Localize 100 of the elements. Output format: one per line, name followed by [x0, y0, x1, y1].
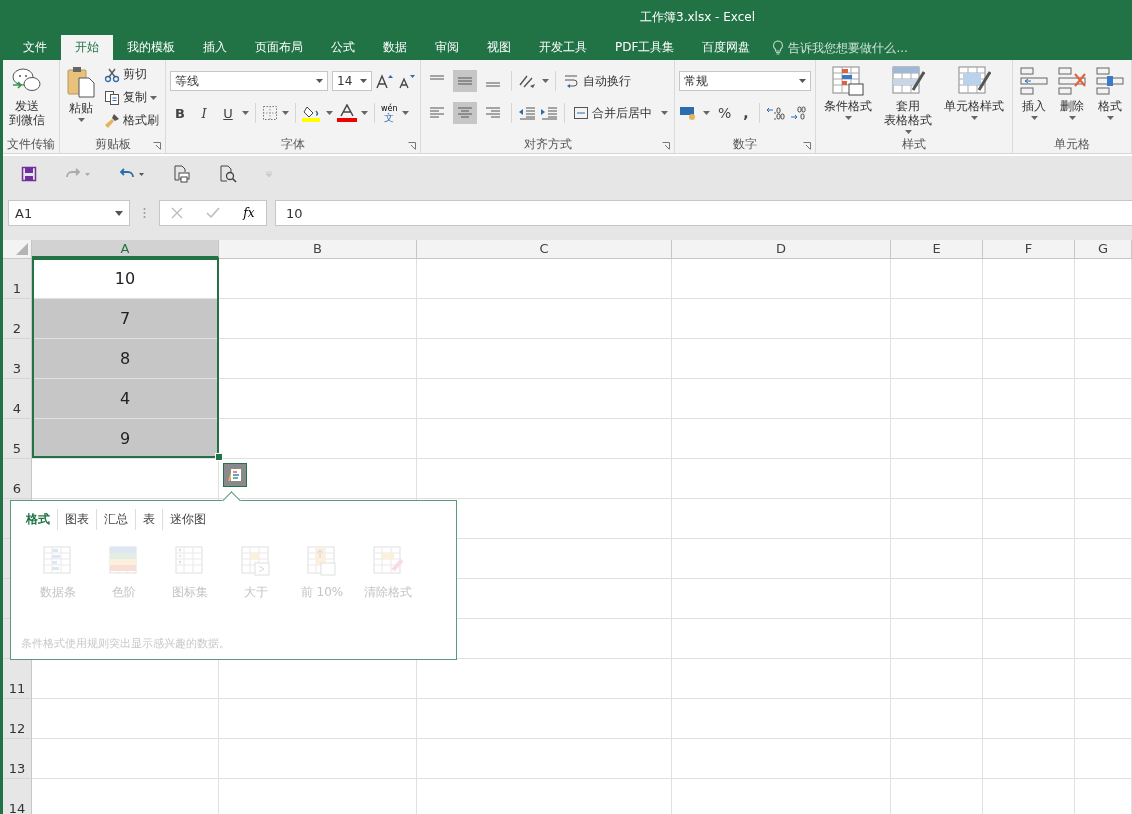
table-cell[interactable]: [1075, 419, 1132, 459]
table-cell[interactable]: [891, 259, 983, 299]
save-icon[interactable]: [21, 166, 37, 182]
number-format-dropdown[interactable]: 常规: [679, 71, 811, 91]
dialog-launcher-icon[interactable]: [153, 142, 161, 150]
table-cell[interactable]: 4: [32, 379, 219, 419]
table-cell[interactable]: [672, 579, 891, 619]
table-cell[interactable]: [983, 539, 1075, 579]
row-header[interactable]: 2: [3, 299, 32, 339]
table-cell[interactable]: [891, 659, 983, 699]
table-cell[interactable]: [1075, 539, 1132, 579]
style-button[interactable]: 套用 表格格式: [880, 64, 936, 136]
font-style-button[interactable]: I: [194, 105, 214, 121]
table-cell[interactable]: 7: [32, 299, 219, 339]
table-cell[interactable]: [32, 459, 219, 499]
table-cell[interactable]: [672, 459, 891, 499]
table-cell[interactable]: [219, 699, 417, 739]
table-cell[interactable]: [417, 339, 672, 379]
tell-me-field[interactable]: 告诉我您想要做什么...: [788, 40, 979, 55]
table-cell[interactable]: [983, 579, 1075, 619]
table-cell[interactable]: [891, 379, 983, 419]
table-cell[interactable]: [672, 419, 891, 459]
font-style-button[interactable]: U: [218, 105, 238, 121]
table-cell[interactable]: [983, 659, 1075, 699]
table-cell[interactable]: [672, 699, 891, 739]
table-cell[interactable]: [672, 499, 891, 539]
ribbon-tab[interactable]: 视图: [473, 35, 525, 60]
clipboard-button[interactable]: 剪切: [102, 64, 161, 85]
search-document-icon[interactable]: [219, 165, 237, 183]
table-cell[interactable]: [1075, 579, 1132, 619]
table-cell[interactable]: [672, 619, 891, 659]
clipboard-button[interactable]: 格式刷: [102, 110, 161, 131]
row-header[interactable]: 11: [3, 659, 32, 699]
column-header[interactable]: D: [672, 240, 891, 258]
print-preview-icon[interactable]: [173, 165, 191, 183]
table-cell[interactable]: [983, 419, 1075, 459]
increase-decimal-icon[interactable]: [765, 105, 786, 121]
caret-icon[interactable]: [326, 111, 333, 115]
decrease-font-size-icon[interactable]: [398, 73, 416, 89]
table-cell[interactable]: [672, 539, 891, 579]
font-size-dropdown[interactable]: 14: [332, 71, 372, 91]
caret-icon[interactable]: [361, 111, 368, 115]
table-cell[interactable]: [32, 739, 219, 779]
table-cell[interactable]: [219, 339, 417, 379]
row-header[interactable]: 5: [3, 419, 32, 459]
ribbon-tab[interactable]: 开发工具: [525, 35, 601, 60]
table-cell[interactable]: [417, 299, 672, 339]
row-header[interactable]: 1: [3, 259, 32, 299]
quick-analysis-tab[interactable]: 迷你图: [163, 509, 213, 530]
ribbon-tab[interactable]: 页面布局: [241, 35, 317, 60]
table-cell[interactable]: [1075, 619, 1132, 659]
table-cell[interactable]: [983, 259, 1075, 299]
table-cell[interactable]: [983, 499, 1075, 539]
comma-style-button[interactable]: ,: [739, 105, 753, 121]
table-cell[interactable]: [891, 299, 983, 339]
increase-font-size-icon[interactable]: [376, 73, 394, 89]
table-cell[interactable]: [1075, 459, 1132, 499]
phonetic-guide-button[interactable]: wén 文: [381, 104, 398, 122]
table-cell[interactable]: [891, 339, 983, 379]
table-cell[interactable]: [1075, 739, 1132, 779]
table-cell[interactable]: 9: [32, 419, 219, 459]
quick-analysis-button[interactable]: [223, 463, 247, 487]
table-cell[interactable]: [1075, 299, 1132, 339]
table-cell[interactable]: [417, 739, 672, 779]
table-cell[interactable]: [1075, 379, 1132, 419]
table-cell[interactable]: [891, 619, 983, 659]
merge-center-button[interactable]: 合并后居中: [571, 102, 670, 124]
formula-input[interactable]: 10: [275, 200, 1132, 226]
table-cell[interactable]: [891, 499, 983, 539]
table-cell[interactable]: [983, 699, 1075, 739]
name-box[interactable]: A1: [8, 200, 130, 226]
check-icon[interactable]: [206, 207, 221, 219]
borders-icon[interactable]: [262, 105, 278, 121]
table-cell[interactable]: [672, 379, 891, 419]
table-cell[interactable]: [417, 259, 672, 299]
table-cell[interactable]: [891, 699, 983, 739]
table-cell[interactable]: [891, 739, 983, 779]
fill-color-icon[interactable]: [302, 104, 322, 122]
ribbon-tab[interactable]: 开始: [61, 35, 113, 60]
table-cell[interactable]: [672, 659, 891, 699]
dialog-launcher-icon[interactable]: [408, 142, 416, 150]
quick-analysis-tab[interactable]: 表: [136, 509, 163, 530]
table-cell[interactable]: [983, 459, 1075, 499]
row-header[interactable]: 3: [3, 339, 32, 379]
table-cell[interactable]: [983, 379, 1075, 419]
clipboard-button[interactable]: 复制: [102, 87, 161, 108]
caret-icon[interactable]: [401, 111, 409, 115]
table-cell[interactable]: [672, 339, 891, 379]
row-header[interactable]: 4: [3, 379, 32, 419]
percent-style-button[interactable]: %: [714, 105, 736, 121]
cancel-icon[interactable]: [171, 207, 184, 219]
column-header[interactable]: F: [983, 240, 1075, 258]
table-cell[interactable]: [417, 459, 672, 499]
quick-analysis-tab[interactable]: 图表: [58, 509, 97, 530]
ribbon-tab[interactable]: 我的模板: [113, 35, 189, 60]
table-cell[interactable]: [219, 739, 417, 779]
horizontal-align-icon[interactable]: [453, 102, 477, 124]
table-cell[interactable]: [983, 739, 1075, 779]
ribbon-tab[interactable]: 插入: [189, 35, 241, 60]
caret-icon[interactable]: [282, 111, 289, 115]
